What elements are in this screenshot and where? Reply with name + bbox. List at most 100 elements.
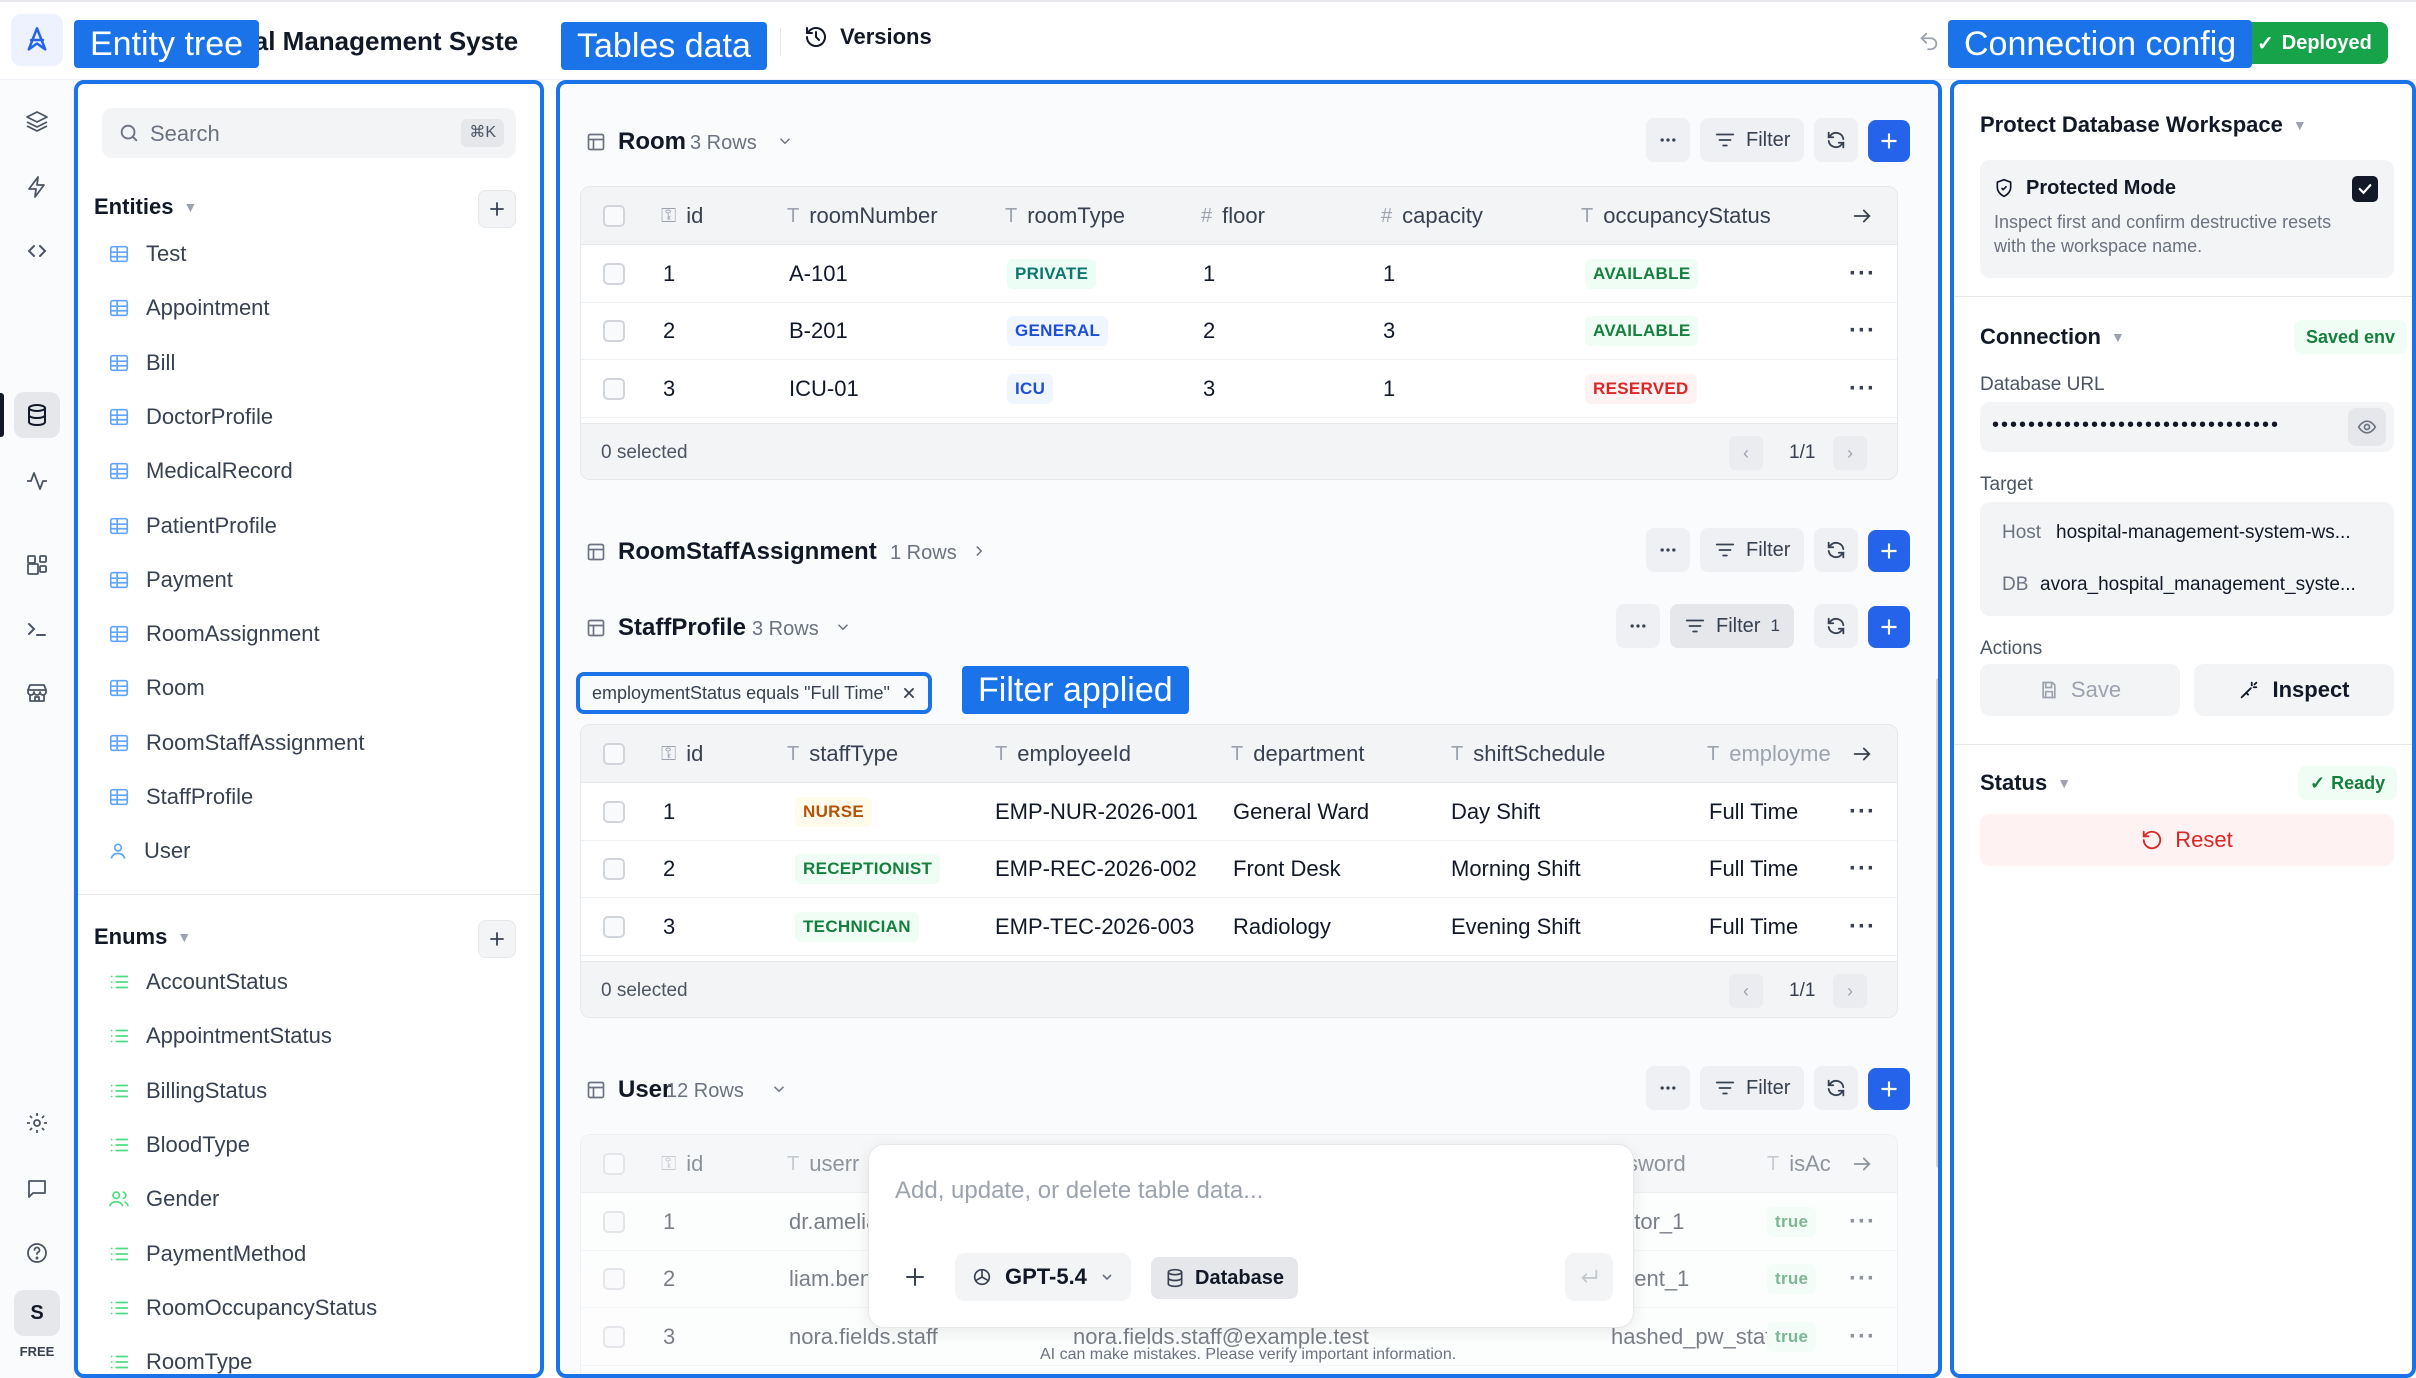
versions-button[interactable]: Versions	[804, 24, 932, 50]
deployed-button[interactable]: ✓ Deployed	[2245, 22, 2388, 64]
table-cell[interactable]: General Ward	[1233, 799, 1369, 825]
row-actions-icon[interactable]: ···	[1849, 260, 1876, 288]
column-header[interactable]: department	[1253, 741, 1364, 767]
row-actions-icon[interactable]: ···	[1849, 913, 1876, 941]
table-cell[interactable]: 3	[663, 376, 675, 402]
table-cell[interactable]: EMP-NUR-2026-001	[995, 799, 1198, 825]
row-checkbox[interactable]	[603, 800, 625, 823]
select-all-checkbox[interactable]	[603, 1153, 625, 1175]
enum-item[interactable]: Gender	[108, 1177, 219, 1221]
workspace-header[interactable]: Protect Database Workspace ▼	[1980, 112, 2307, 138]
status-badge[interactable]: PRIVATE	[1007, 258, 1097, 289]
row-actions-icon[interactable]: ···	[1849, 855, 1876, 883]
status-badge[interactable]: true	[1767, 1264, 1817, 1295]
table-cell[interactable]: Radiology	[1233, 914, 1331, 940]
refresh-button[interactable]	[1814, 604, 1858, 648]
arrow-right-icon[interactable]	[1851, 743, 1873, 765]
column-header[interactable]: capacity	[1402, 203, 1483, 229]
select-all-checkbox[interactable]	[603, 205, 625, 227]
prev-page-button[interactable]: ‹	[1729, 436, 1763, 470]
chat-input[interactable]: Add, update, or delete table data...	[895, 1177, 1263, 1205]
column-header[interactable]: staffType	[809, 741, 898, 767]
table-cell[interactable]: 2	[663, 856, 675, 882]
chevron-down-icon[interactable]	[834, 618, 852, 636]
enum-item[interactable]: RoomType	[108, 1340, 252, 1374]
model-selector[interactable]: GPT-5.4	[955, 1253, 1131, 1301]
entity-item[interactable]: DoctorProfile	[108, 395, 273, 439]
table-cell[interactable]: Full Time	[1709, 856, 1798, 882]
row-actions-icon[interactable]: ···	[1849, 317, 1876, 345]
filter-button[interactable]: Filter	[1700, 1066, 1805, 1110]
refresh-button[interactable]	[1814, 1066, 1858, 1110]
table-cell[interactable]: dr.amelia	[789, 1209, 878, 1235]
table-cell[interactable]: 3	[663, 1324, 675, 1350]
entities-section-header[interactable]: Entities ▼	[94, 194, 197, 220]
status-badge[interactable]: AVAILABLE	[1585, 316, 1699, 347]
row-actions-icon[interactable]: ···	[1849, 375, 1876, 403]
layers-icon[interactable]	[14, 98, 60, 144]
code-icon[interactable]	[14, 228, 60, 274]
row-actions-icon[interactable]: ···	[1849, 1208, 1876, 1236]
enum-item[interactable]: RoomOccupancyStatus	[108, 1286, 377, 1330]
row-checkbox[interactable]	[603, 915, 625, 938]
status-badge[interactable]: AVAILABLE	[1585, 258, 1699, 289]
entity-item[interactable]: StaffProfile	[108, 775, 253, 819]
table-cell[interactable]: liam.ben	[789, 1266, 872, 1292]
status-badge[interactable]: RESERVED	[1585, 373, 1697, 404]
entity-item[interactable]: RoomStaffAssignment	[108, 721, 364, 765]
user-avatar[interactable]: S	[14, 1290, 60, 1336]
entity-item[interactable]: RoomAssignment	[108, 612, 320, 656]
entity-item[interactable]: Room	[108, 666, 205, 710]
table-cell[interactable]: 1	[663, 799, 675, 825]
search-input[interactable]: Search ⌘K	[102, 108, 516, 158]
column-header[interactable]: employme	[1729, 741, 1830, 767]
column-header[interactable]: roomNumber	[809, 203, 937, 229]
row-checkbox[interactable]	[603, 1325, 625, 1348]
row-checkbox[interactable]	[603, 858, 625, 881]
inspect-button[interactable]: Inspect	[2194, 664, 2394, 716]
row-actions-icon[interactable]: ···	[1849, 1265, 1876, 1293]
table-cell[interactable]: 1	[1383, 261, 1395, 287]
column-header[interactable]: userr	[809, 1151, 859, 1177]
entity-item[interactable]: Bill	[108, 341, 175, 385]
table-cell[interactable]: 2	[663, 318, 675, 344]
database-context-chip[interactable]: Database	[1151, 1257, 1298, 1299]
table-cell[interactable]: Full Time	[1709, 799, 1798, 825]
filter-button[interactable]: Filter	[1700, 528, 1805, 572]
bolt-icon[interactable]	[14, 164, 60, 210]
enum-item[interactable]: AccountStatus	[108, 960, 288, 1004]
table-cell[interactable]: Day Shift	[1451, 799, 1540, 825]
refresh-button[interactable]	[1814, 118, 1858, 162]
enum-item[interactable]: PaymentMethod	[108, 1232, 306, 1276]
entity-item[interactable]: User	[108, 829, 190, 873]
save-button[interactable]: Save	[1980, 664, 2180, 716]
column-header[interactable]: floor	[1222, 203, 1265, 229]
activity-icon[interactable]	[14, 458, 60, 504]
row-actions-icon[interactable]: ···	[1849, 1323, 1876, 1351]
table-cell[interactable]: B-201	[789, 318, 848, 344]
column-header[interactable]: id	[686, 1151, 703, 1177]
table-cell[interactable]: Morning Shift	[1451, 856, 1581, 882]
status-badge[interactable]: ICU	[1007, 373, 1054, 404]
table-cell[interactable]: 3	[1383, 318, 1395, 344]
column-header[interactable]: id	[686, 741, 703, 767]
row-checkbox[interactable]	[603, 377, 625, 400]
next-page-button[interactable]: ›	[1833, 974, 1867, 1008]
more-options-button[interactable]	[1646, 528, 1690, 572]
row-checkbox[interactable]	[603, 320, 625, 343]
table-name[interactable]: Room	[618, 128, 686, 156]
reveal-button[interactable]	[2348, 408, 2386, 446]
table-cell[interactable]: 1	[663, 1209, 675, 1235]
status-badge[interactable]: true	[1767, 1206, 1817, 1237]
enums-section-header[interactable]: Enums ▼	[94, 924, 191, 950]
enum-item[interactable]: AppointmentStatus	[108, 1014, 332, 1058]
arrow-right-icon[interactable]	[1851, 1153, 1873, 1175]
table-name[interactable]: User	[618, 1076, 671, 1104]
table-cell[interactable]: Full Time	[1709, 914, 1798, 940]
add-enum-button[interactable]	[478, 920, 516, 958]
entity-item[interactable]: Payment	[108, 558, 233, 602]
status-badge[interactable]: TECHNICIAN	[795, 911, 919, 942]
add-row-button[interactable]	[1868, 530, 1910, 572]
column-header[interactable]: id	[686, 203, 703, 229]
column-header[interactable]: employeeId	[1017, 741, 1131, 767]
